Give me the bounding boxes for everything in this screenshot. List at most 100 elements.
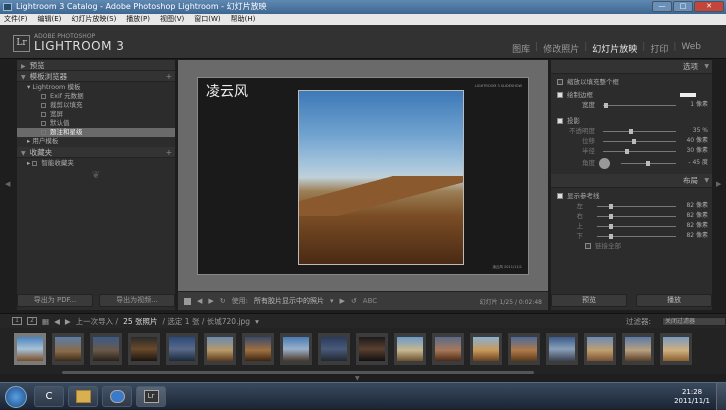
source-path[interactable]: 上一次导入 / <box>76 316 118 327</box>
show-guides-option[interactable]: 显示参考线 <box>551 191 712 201</box>
add-text-button[interactable]: ABC <box>363 297 377 305</box>
filmstrip-thumb[interactable] <box>659 332 693 366</box>
play-icon[interactable]: ▶ <box>340 297 345 305</box>
offset-slider[interactable] <box>603 139 676 144</box>
angle-slider[interactable] <box>621 161 676 166</box>
play-button[interactable]: 播放 <box>636 294 712 307</box>
module-develop[interactable]: 修改照片 <box>538 42 584 55</box>
preview-button[interactable]: 预览 <box>551 294 627 307</box>
preview-panel-header[interactable]: ▶ 预览 <box>17 60 175 71</box>
maximize-button[interactable]: □ <box>673 1 693 12</box>
slider-knob[interactable] <box>604 103 609 108</box>
menu-window[interactable]: 窗口(W) <box>194 14 220 25</box>
collection-item[interactable]: ▸ 智能收藏夹 <box>17 159 175 168</box>
filmstrip-thumb[interactable] <box>51 332 85 366</box>
template-item[interactable]: 宽屏 <box>17 110 175 119</box>
filmstrip-thumb[interactable] <box>165 332 199 366</box>
radius-slider[interactable] <box>603 149 676 154</box>
width-slider[interactable] <box>603 103 676 108</box>
dropdown-icon[interactable]: ▾ <box>330 297 334 305</box>
left-panel-toggle[interactable]: ◀ <box>0 60 17 310</box>
explorer-icon[interactable] <box>68 386 98 407</box>
filmstrip-toggle-icon[interactable]: ▼ <box>355 375 360 382</box>
template-item[interactable]: 默认值 <box>17 119 175 128</box>
rotate-icon[interactable]: ↻ <box>220 297 226 305</box>
filmstrip-thumb[interactable] <box>203 332 237 366</box>
checkbox-unchecked-icon[interactable] <box>585 243 591 249</box>
zoom-fill-option[interactable]: 缩放以填充整个框 <box>551 77 712 87</box>
template-browser-header[interactable]: ▼ 模板浏览器 + <box>17 71 175 82</box>
second-window-button[interactable]: 2 <box>27 317 37 325</box>
stop-icon[interactable] <box>184 297 191 305</box>
slider-knob[interactable] <box>628 129 633 134</box>
menu-file[interactable]: 文件(F) <box>4 14 28 25</box>
add-collection-icon[interactable]: + <box>166 147 172 158</box>
filter-select[interactable]: 关闭过滤器 <box>662 316 726 326</box>
options-header[interactable]: 选项 ▼ <box>551 60 712 74</box>
top-margin-slider[interactable] <box>597 224 676 229</box>
browser-icon[interactable] <box>102 386 132 407</box>
slider-knob[interactable] <box>632 139 637 144</box>
grid-icon[interactable]: ▦ <box>42 317 49 326</box>
filmstrip-thumb[interactable] <box>279 332 313 366</box>
layout-header[interactable]: 布局 ▼ <box>551 174 712 188</box>
back-icon[interactable]: ◀ <box>54 317 60 326</box>
left-margin-slider[interactable] <box>597 204 676 209</box>
filmstrip-thumb[interactable] <box>89 332 123 366</box>
link-all-option[interactable]: 链接全部 <box>551 241 712 251</box>
checkbox-checked-icon[interactable] <box>557 193 563 199</box>
slider-knob[interactable] <box>608 234 613 239</box>
filmstrip-scrollbar[interactable] <box>62 371 534 374</box>
tree-folder-lightroom[interactable]: ▾ Lightroom 模板 <box>17 83 175 92</box>
prev-icon[interactable]: ◀ <box>197 297 202 305</box>
menu-help[interactable]: 帮助(H) <box>231 14 256 25</box>
main-window-button[interactable]: 1 <box>12 317 22 325</box>
slider-knob[interactable] <box>608 214 613 219</box>
template-item[interactable]: Exif 元数据 <box>17 92 175 101</box>
checkbox-checked-icon[interactable] <box>557 118 563 124</box>
filmstrip-thumb[interactable] <box>469 332 503 366</box>
menu-slideshow[interactable]: 幻灯片放映(S) <box>71 14 116 25</box>
use-select[interactable]: 所有胶片显示中的照片 <box>254 296 324 306</box>
stroke-border-option[interactable]: 绘制边框 <box>551 90 712 100</box>
minimize-button[interactable]: — <box>652 1 672 12</box>
filmstrip-thumb[interactable] <box>241 332 275 366</box>
slide-canvas[interactable]: 凌云风 LIGHTROOM 3 SLIDESHOW 凌云风 2011/11/1 <box>197 77 529 275</box>
next-icon[interactable]: ▶ <box>208 297 213 305</box>
rotate-left-icon[interactable]: ↺ <box>351 297 357 305</box>
filmstrip-thumb[interactable] <box>545 332 579 366</box>
system-clock[interactable]: 21:28 2011/11/1 <box>674 388 710 406</box>
export-video-button[interactable]: 导出为视频... <box>99 294 175 307</box>
menu-play[interactable]: 播放(P) <box>126 14 150 25</box>
start-button[interactable] <box>5 386 27 408</box>
show-desktop-button[interactable] <box>716 383 726 410</box>
slider-knob[interactable] <box>645 161 650 166</box>
filmstrip-thumb[interactable] <box>507 332 541 366</box>
export-pdf-button[interactable]: 导出为 PDF... <box>17 294 93 307</box>
border-color-swatch[interactable] <box>680 93 696 97</box>
close-button[interactable]: ✕ <box>694 1 724 12</box>
slider-knob[interactable] <box>624 149 629 154</box>
slider-knob[interactable] <box>608 204 613 209</box>
menu-edit[interactable]: 编辑(E) <box>38 14 62 25</box>
opacity-slider[interactable] <box>603 129 676 134</box>
tree-folder-user[interactable]: ▸ 用户模板 <box>17 137 175 146</box>
forward-icon[interactable]: ▶ <box>65 317 71 326</box>
module-slideshow[interactable]: 幻灯片放映 <box>587 42 642 55</box>
template-item[interactable]: 裁剪以填充 <box>17 101 175 110</box>
template-item-selected[interactable]: 题注和星级 <box>17 128 175 137</box>
filmstrip-thumb[interactable] <box>355 332 389 366</box>
dropdown-icon[interactable]: ▾ <box>255 317 259 326</box>
filmstrip-thumb[interactable] <box>13 332 47 366</box>
checkbox-checked-icon[interactable] <box>557 92 563 98</box>
checkbox-unchecked-icon[interactable] <box>557 79 563 85</box>
module-print[interactable]: 打印 <box>645 42 673 55</box>
filmstrip-thumb[interactable] <box>583 332 617 366</box>
angle-dial-icon[interactable] <box>599 157 610 169</box>
filmstrip-thumb[interactable] <box>127 332 161 366</box>
bottom-margin-slider[interactable] <box>597 234 676 239</box>
filmstrip-thumb[interactable] <box>431 332 465 366</box>
filmstrip-thumb[interactable] <box>317 332 351 366</box>
module-web[interactable]: Web <box>676 42 706 55</box>
menu-view[interactable]: 视图(V) <box>160 14 184 25</box>
